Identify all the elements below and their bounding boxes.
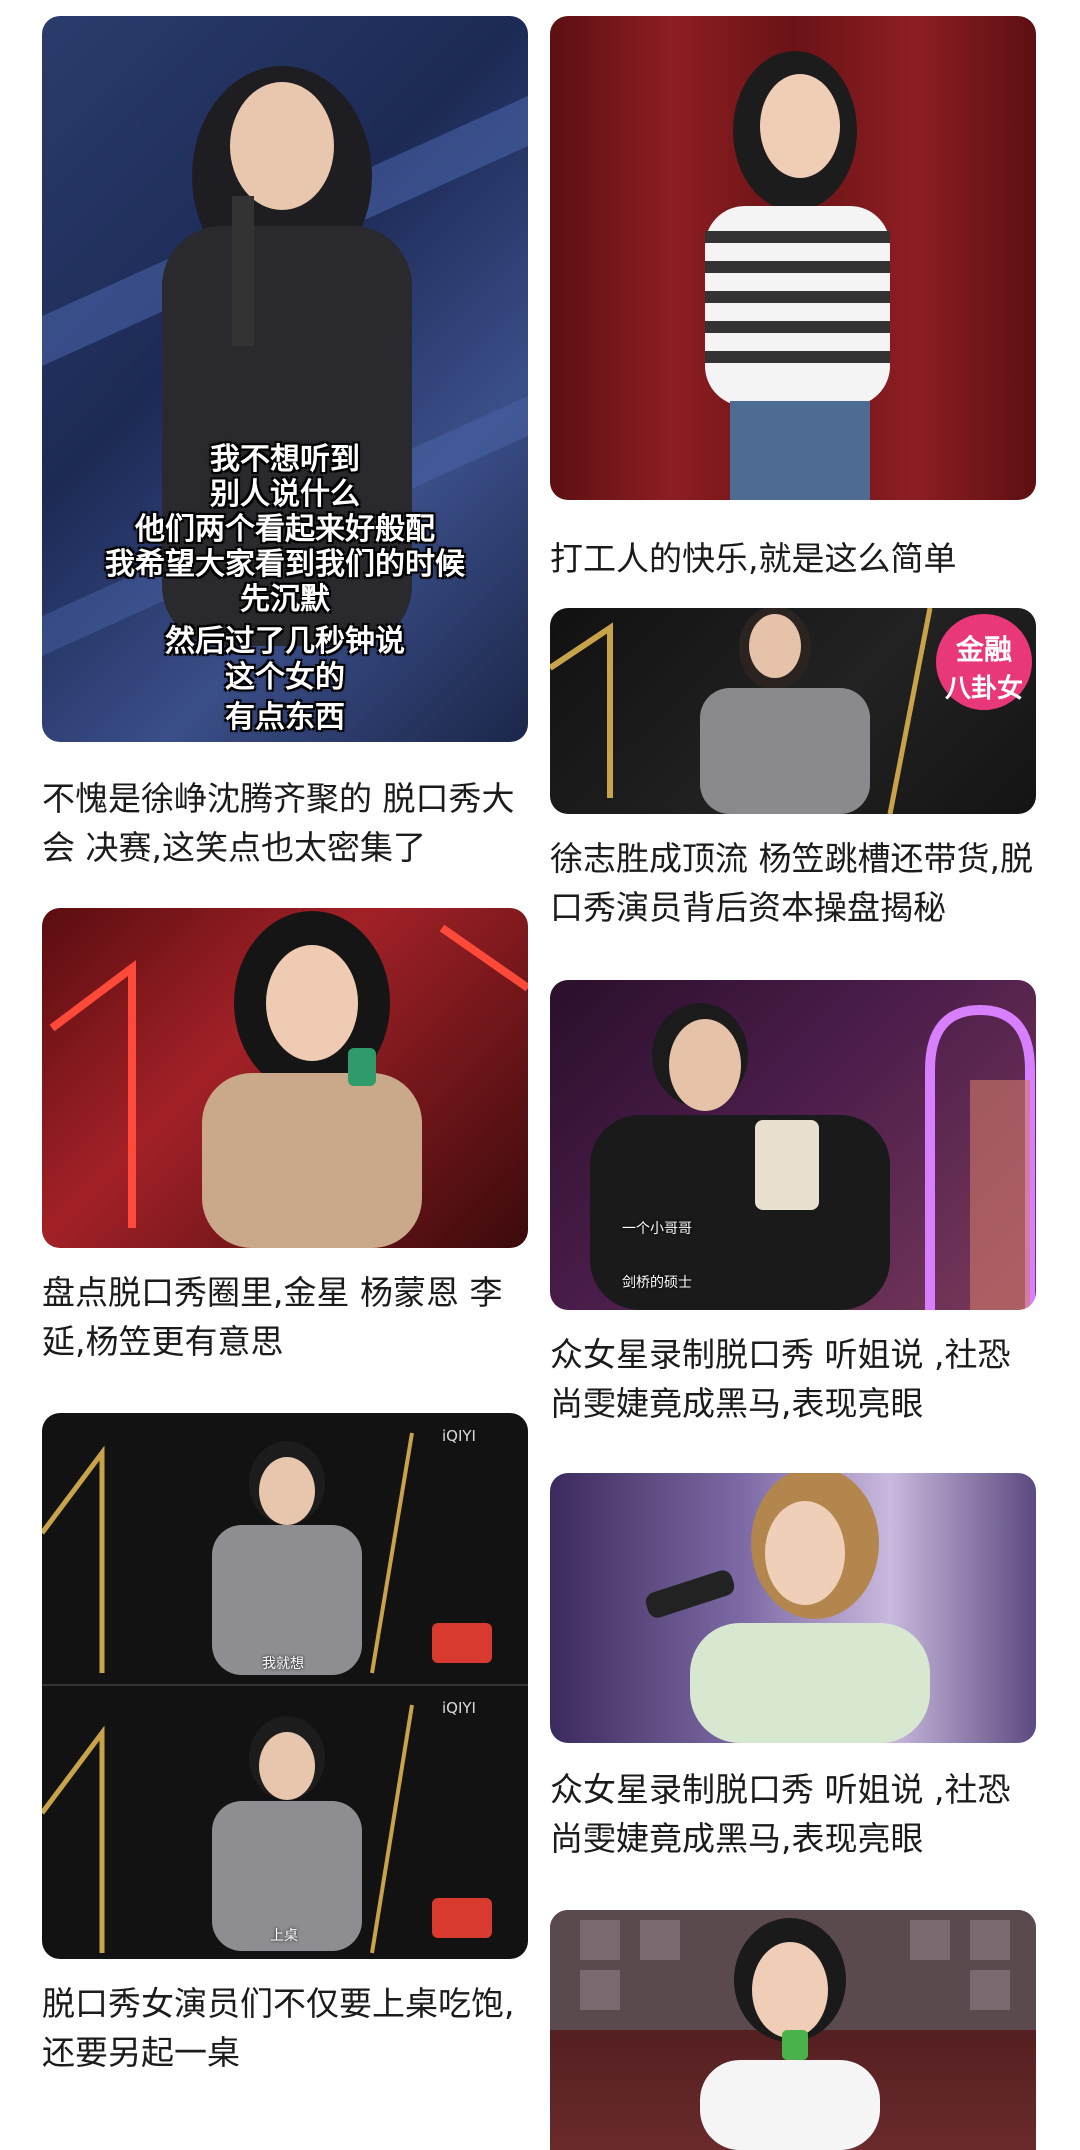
- overlay-line: 先沉默: [240, 582, 330, 617]
- card-title[interactable]: 打工人的快乐,就是这么简单: [550, 534, 1036, 583]
- badge-line: 金融: [955, 633, 1012, 666]
- overlay-line: 这个女的: [225, 660, 345, 695]
- card-thumbnail[interactable]: iQIYI iQIYI 我就想 上桌: [42, 1413, 528, 1959]
- stage-background: [49, 911, 528, 1248]
- card-title[interactable]: 徐志胜成顶流 杨笠跳槽还带货,脱口秀演员背后资本操盘揭秘: [550, 834, 1036, 932]
- card-thumbnail[interactable]: [550, 1910, 1036, 2150]
- video-subtitle: 我就想: [262, 1656, 304, 1672]
- feed-card[interactable]: 金融 八卦女 徐志胜成顶流 杨笠跳槽还带货,脱口秀演员背后资本操盘揭秘: [550, 608, 1036, 948]
- card-title[interactable]: 脱口秀女演员们不仅要上桌吃饱,还要另起一桌: [42, 1979, 528, 2077]
- feed-card[interactable]: 众女星录制脱口秀 听姐说 ,社恐尚雯婕竟成黑马,表现亮眼: [550, 1473, 1036, 1883]
- card-thumbnail[interactable]: [550, 1473, 1036, 1743]
- video-subtitle: 剑桥的硕士: [622, 1275, 692, 1291]
- feed-card[interactable]: 打工人的快乐,就是这么简单: [550, 16, 1036, 578]
- feed-card[interactable]: [550, 1910, 1036, 2150]
- overlay-line: 有点东西: [225, 700, 345, 735]
- channel-badge: 金融 八卦女: [936, 614, 1032, 710]
- feed-card[interactable]: 一个小哥哥 剑桥的硕士 众女星录制脱口秀 听姐说 ,社恐尚雯婕竟成黑马,表现亮眼: [550, 980, 1036, 1440]
- card-thumbnail[interactable]: 一个小哥哥 剑桥的硕士: [550, 980, 1036, 1310]
- stage-background: [590, 1003, 1035, 1310]
- card-thumbnail[interactable]: [42, 908, 528, 1248]
- card-thumbnail[interactable]: 我不想听到 别人说什么 他们两个看起来好般配 我希望大家看到我们的时候 先沉默 …: [42, 16, 528, 742]
- badge-line: 八卦女: [944, 674, 1023, 704]
- card-thumbnail[interactable]: 金融 八卦女: [550, 608, 1036, 814]
- card-title[interactable]: 不愧是徐峥沈腾齐聚的 脱口秀大会 决赛,这笑点也太密集了: [42, 774, 528, 872]
- watermark-logo: iQIYI: [442, 1427, 476, 1445]
- card-thumbnail[interactable]: [550, 16, 1036, 500]
- stage-background: [550, 1910, 1036, 2150]
- video-subtitle: 一个小哥哥: [622, 1221, 692, 1237]
- stage-background: [705, 51, 890, 500]
- stage-background: [645, 1473, 930, 1743]
- stage-background: [42, 1432, 528, 1954]
- feed-card[interactable]: 我不想听到 别人说什么 他们两个看起来好般配 我希望大家看到我们的时候 先沉默 …: [42, 16, 528, 874]
- card-title[interactable]: 盘点脱口秀圈里,金星 杨蒙恩 李延,杨笠更有意思: [42, 1268, 528, 1366]
- watermark-logo: iQIYI: [442, 1699, 476, 1717]
- card-title[interactable]: 众女星录制脱口秀 听姐说 ,社恐尚雯婕竟成黑马,表现亮眼: [550, 1330, 1036, 1428]
- feed-card[interactable]: 盘点脱口秀圈里,金星 杨蒙恩 李延,杨笠更有意思: [42, 908, 528, 1368]
- card-title[interactable]: 众女星录制脱口秀 听姐说 ,社恐尚雯婕竟成黑马,表现亮眼: [550, 1765, 1036, 1863]
- video-subtitle: 上桌: [270, 1928, 298, 1944]
- feed-card[interactable]: iQIYI iQIYI 我就想 上桌 脱口秀女演员们不仅要上桌吃饱,还要另起一桌: [42, 1413, 528, 2093]
